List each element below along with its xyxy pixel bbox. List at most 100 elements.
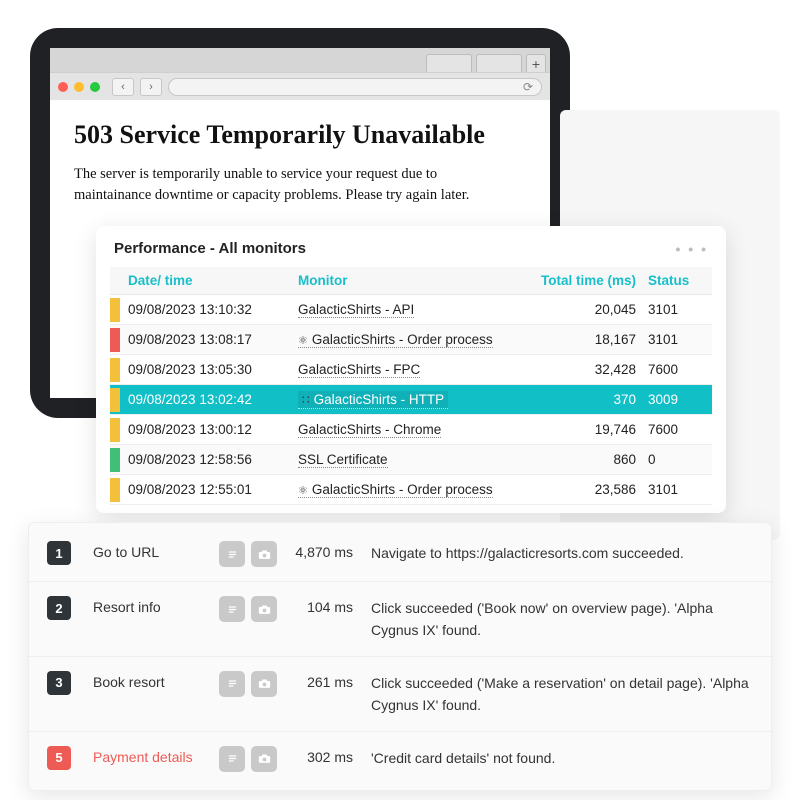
cell-monitor[interactable]: GalacticShirts - FPC xyxy=(292,355,522,385)
col-datetime[interactable]: Date/ time xyxy=(122,267,292,295)
table-row[interactable]: 09/08/2023 13:00:12GalacticShirts - Chro… xyxy=(110,415,712,445)
browser-tab-bar: + xyxy=(50,48,550,72)
col-status[interactable]: Status xyxy=(642,267,712,295)
status-color-chip xyxy=(110,478,120,502)
cell-datetime: 09/08/2023 13:10:32 xyxy=(122,295,292,325)
status-color-chip xyxy=(110,388,120,412)
cell-total-time: 18,167 xyxy=(522,325,642,355)
step-name: Go to URL xyxy=(93,541,219,560)
step-screenshot-button[interactable] xyxy=(251,596,277,622)
address-bar[interactable]: ⟳ xyxy=(168,78,542,96)
camera-icon xyxy=(257,676,272,691)
step-duration: 4,870 ms xyxy=(293,541,371,560)
cell-status: 3101 xyxy=(642,325,712,355)
close-window-button[interactable] xyxy=(58,82,68,92)
minimize-window-button[interactable] xyxy=(74,82,84,92)
step-number-badge: 1 xyxy=(47,541,71,565)
back-button[interactable]: ‹ xyxy=(112,78,134,96)
cell-monitor[interactable]: SSL Certificate xyxy=(292,445,522,475)
step-screenshot-button[interactable] xyxy=(251,671,277,697)
cell-total-time: 23,586 xyxy=(522,475,642,505)
cell-datetime: 09/08/2023 13:02:42 xyxy=(122,385,292,415)
camera-icon xyxy=(257,751,272,766)
cell-status: 3101 xyxy=(642,475,712,505)
cell-datetime: 09/08/2023 12:55:01 xyxy=(122,475,292,505)
cell-monitor[interactable]: GalacticShirts - Order process xyxy=(292,325,522,355)
status-color-chip xyxy=(110,448,120,472)
cell-status: 3009 xyxy=(642,385,712,415)
table-row[interactable]: 09/08/2023 13:05:30GalacticShirts - FPC3… xyxy=(110,355,712,385)
log-icon xyxy=(225,547,240,562)
table-row[interactable]: 09/08/2023 13:10:32GalacticShirts - API2… xyxy=(110,295,712,325)
step-number-badge: 3 xyxy=(47,671,71,695)
transaction-step[interactable]: 2 Resort info 104 msClick succeeded ('Boo… xyxy=(29,582,771,657)
browser-tab[interactable] xyxy=(426,54,472,72)
col-total-time[interactable]: Total time (ms) xyxy=(522,267,642,295)
table-row[interactable]: 09/08/2023 12:55:01GalacticShirts - Orde… xyxy=(110,475,712,505)
transaction-step[interactable]: 5Payment details 302 ms'Credit card deta… xyxy=(29,732,771,786)
step-log-button[interactable] xyxy=(219,596,245,622)
performance-table: Date/ time Monitor Total time (ms) Statu… xyxy=(110,267,712,505)
step-duration: 261 ms xyxy=(293,671,371,690)
transaction-steps-card: 1 Go to URL 4,870 msNavigate to https://g… xyxy=(28,522,772,791)
step-name: Book resort xyxy=(93,671,219,690)
error-title: 503 Service Temporarily Unavailable xyxy=(74,120,526,150)
cell-total-time: 20,045 xyxy=(522,295,642,325)
step-duration: 302 ms xyxy=(293,746,371,765)
step-name: Resort info xyxy=(93,596,219,615)
log-icon xyxy=(225,676,240,691)
camera-icon xyxy=(257,547,272,562)
status-color-chip xyxy=(110,418,120,442)
cell-total-time: 19,746 xyxy=(522,415,642,445)
cell-status: 0 xyxy=(642,445,712,475)
card-title: Performance - All monitors xyxy=(114,240,306,257)
status-color-chip xyxy=(110,358,120,382)
status-color-chip xyxy=(110,328,120,352)
transaction-step[interactable]: 3 Book resort 261 msClick succeeded ('Mak… xyxy=(29,657,771,732)
window-controls xyxy=(58,82,100,92)
cell-total-time: 370 xyxy=(522,385,642,415)
log-icon xyxy=(225,602,240,617)
table-row[interactable]: 09/08/2023 12:58:56SSL Certificate8600 xyxy=(110,445,712,475)
transaction-step[interactable]: 1 Go to URL 4,870 msNavigate to https://g… xyxy=(29,527,771,582)
step-description: Navigate to https://galacticresorts.com … xyxy=(371,541,753,564)
table-row[interactable]: 09/08/2023 13:02:42GalacticShirts - HTTP… xyxy=(110,385,712,415)
status-color-chip xyxy=(110,298,120,322)
browser-toolbar: ‹ › ⟳ xyxy=(50,72,550,100)
card-menu-button[interactable]: • • • xyxy=(676,241,708,257)
camera-icon xyxy=(257,602,272,617)
cell-monitor[interactable]: GalacticShirts - HTTP xyxy=(292,385,522,415)
cell-total-time: 32,428 xyxy=(522,355,642,385)
step-number-badge: 2 xyxy=(47,596,71,620)
cell-status: 7600 xyxy=(642,415,712,445)
error-body: The server is temporarily unable to serv… xyxy=(74,164,514,206)
forward-button[interactable]: › xyxy=(140,78,162,96)
cell-datetime: 09/08/2023 13:08:17 xyxy=(122,325,292,355)
log-icon xyxy=(225,751,240,766)
table-row[interactable]: 09/08/2023 13:08:17GalacticShirts - Orde… xyxy=(110,325,712,355)
step-description: 'Credit card details' not found. xyxy=(371,746,753,769)
cell-status: 3101 xyxy=(642,295,712,325)
maximize-window-button[interactable] xyxy=(90,82,100,92)
step-screenshot-button[interactable] xyxy=(251,541,277,567)
cell-status: 7600 xyxy=(642,355,712,385)
step-log-button[interactable] xyxy=(219,541,245,567)
table-header-row: Date/ time Monitor Total time (ms) Statu… xyxy=(110,267,712,295)
cell-datetime: 09/08/2023 13:00:12 xyxy=(122,415,292,445)
col-monitor[interactable]: Monitor xyxy=(292,267,522,295)
cell-datetime: 09/08/2023 13:05:30 xyxy=(122,355,292,385)
step-name: Payment details xyxy=(93,746,219,765)
step-log-button[interactable] xyxy=(219,671,245,697)
cell-datetime: 09/08/2023 12:58:56 xyxy=(122,445,292,475)
cell-monitor[interactable]: GalacticShirts - API xyxy=(292,295,522,325)
cell-monitor[interactable]: GalacticShirts - Order process xyxy=(292,475,522,505)
reload-icon[interactable]: ⟳ xyxy=(523,80,533,94)
step-log-button[interactable] xyxy=(219,746,245,772)
browser-tab[interactable] xyxy=(476,54,522,72)
new-tab-button[interactable]: + xyxy=(526,54,546,72)
step-description: Click succeeded ('Book now' on overview … xyxy=(371,596,753,642)
step-screenshot-button[interactable] xyxy=(251,746,277,772)
step-duration: 104 ms xyxy=(293,596,371,615)
cell-monitor[interactable]: GalacticShirts - Chrome xyxy=(292,415,522,445)
step-description: Click succeeded ('Make a reservation' on… xyxy=(371,671,753,717)
